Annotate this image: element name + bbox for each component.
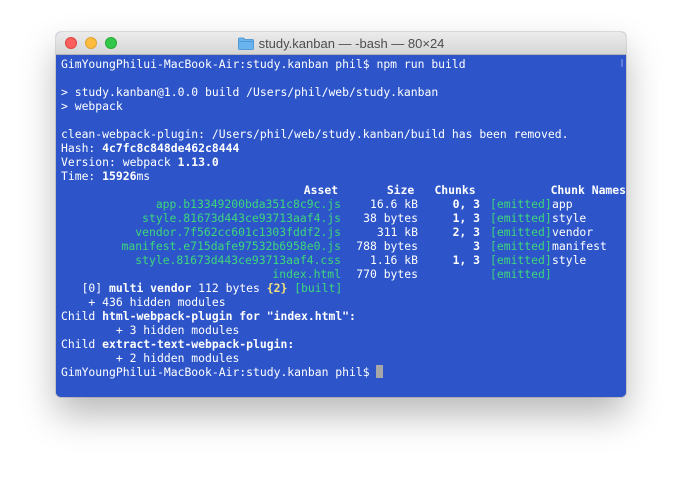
emitted-status: [emitted] — [490, 239, 552, 253]
asset-filename: manifest.e715dafe97532b6958e0.js — [121, 239, 341, 253]
chunk-name: app — [552, 197, 573, 211]
asset-chunks: 1, 3 — [452, 253, 480, 267]
hidden-modules-line: + 3 hidden modules — [61, 323, 240, 337]
chunk-name: vendor — [552, 225, 594, 239]
title-bar[interactable]: study.kanban — -bash — 80×24 — [56, 32, 626, 55]
time-value: 15926 — [102, 169, 137, 183]
asset-filename: style.81673d443ce93713aaf4.css — [135, 253, 341, 267]
asset-chunks: 2, 3 — [452, 225, 480, 239]
asset-size: 38 bytes — [363, 211, 418, 225]
child-label: Child — [61, 337, 103, 351]
asset-chunks: 1, 3 — [452, 211, 480, 225]
chunk-id: {2} — [266, 281, 288, 295]
child-line: Child extract-text-webpack-plugin: — [61, 337, 626, 351]
time-unit: ms — [136, 169, 151, 183]
asset-chunks: 0, 3 — [452, 197, 480, 211]
hash-label: Hash: — [61, 141, 103, 155]
built-status: [built] — [294, 281, 343, 295]
chunk-name-bold: multi vendor — [109, 281, 192, 295]
chunk-name: style — [552, 211, 587, 225]
asset-filename: index.html — [272, 267, 341, 281]
version-label: Version: webpack — [61, 155, 178, 169]
child-name: extract-text-webpack-plugin: — [102, 337, 295, 351]
hidden-modules-line: + 2 hidden modules — [61, 351, 240, 365]
chunk-line: [0] multi vendor 112 bytes {2} [built] — [61, 281, 626, 295]
asset-row: manifest.e715dafe97532b6958e0.js 788 byt… — [61, 239, 626, 253]
asset-size: 16.6 kB — [369, 197, 418, 211]
asset-size: 788 bytes — [356, 239, 418, 253]
text-cursor — [376, 365, 384, 378]
asset-row: vendor.7f562cc601c1303fddf2.js 311 kB 2,… — [61, 225, 626, 239]
npm-output-line: > webpack — [61, 99, 123, 113]
child-label: Child — [61, 309, 103, 323]
prompt-line[interactable]: GimYoungPhilui-MacBook-Air:study.kanban … — [61, 365, 626, 379]
asset-header: Asset — [303, 183, 339, 197]
emitted-status: [emitted] — [490, 267, 552, 281]
chunk-names-header: Chunk Names — [550, 183, 626, 197]
emitted-status: [emitted] — [490, 211, 552, 225]
size-header: Size — [386, 183, 415, 197]
asset-chunks — [418, 267, 480, 281]
terminal-window: study.kanban — -bash — 80×24 GimYoungPhi… — [56, 32, 626, 397]
window-title-container: study.kanban — -bash — 80×24 — [56, 32, 626, 54]
asset-filename: style.81673d443ce93713aaf4.js — [142, 211, 341, 225]
asset-chunks: 3 — [473, 239, 480, 253]
asset-size: 770 bytes — [356, 267, 418, 281]
child-line: Child html-webpack-plugin for "index.htm… — [61, 309, 626, 323]
chunk-name: manifest — [552, 239, 607, 253]
asset-size: 1.16 kB — [369, 253, 418, 267]
time-line: Time: 15926ms — [61, 169, 626, 183]
chunk-prefix: [0] — [61, 281, 110, 295]
chunk-name: style — [552, 253, 587, 267]
clean-plugin-line: clean-webpack-plugin: /Users/phil/web/st… — [61, 127, 569, 141]
hash-value: 4c7fc8c848de462c8444 — [102, 141, 240, 155]
prompt-line: GimYoungPhilui-MacBook-Air:study.kanban … — [61, 57, 466, 71]
folder-icon — [237, 37, 254, 50]
window-title: study.kanban — -bash — 80×24 — [258, 35, 445, 51]
npm-output-line: > study.kanban@1.0.0 build /Users/phil/w… — [61, 85, 439, 99]
asset-size: 311 kB — [376, 225, 418, 239]
emitted-status: [emitted] — [490, 197, 552, 211]
emitted-status: [emitted] — [490, 253, 552, 267]
chunk-size: 112 bytes — [191, 281, 267, 295]
emitted-status: [emitted] — [490, 225, 552, 239]
time-label: Time: — [61, 169, 103, 183]
version-line: Version: webpack 1.13.0 — [61, 155, 626, 169]
stats-header-row: Asset Size Chunks Chunk Names — [61, 183, 626, 197]
prompt-text: GimYoungPhilui-MacBook-Air:study.kanban … — [61, 365, 377, 379]
asset-filename: app.b13349200bda351c8c9c.js — [155, 197, 341, 211]
asset-filename: vendor.7f562cc601c1303fddf2.js — [135, 225, 341, 239]
chunks-header: Chunks — [434, 183, 476, 197]
scrollbar-indicator[interactable] — [621, 59, 623, 67]
hidden-modules-line: + 436 hidden modules — [61, 295, 226, 309]
asset-row: app.b13349200bda351c8c9c.js 16.6 kB 0, 3… — [61, 197, 626, 211]
hash-line: Hash: 4c7fc8c848de462c8444 — [61, 141, 626, 155]
child-name: html-webpack-plugin for "index.html": — [102, 309, 356, 323]
version-value: 1.13.0 — [177, 155, 219, 169]
terminal-output[interactable]: GimYoungPhilui-MacBook-Air:study.kanban … — [56, 55, 626, 397]
asset-row: style.81673d443ce93713aaf4.css 1.16 kB 1… — [61, 253, 626, 267]
asset-row: style.81673d443ce93713aaf4.js 38 bytes 1… — [61, 211, 626, 225]
asset-row: index.html 770 bytes [emitted] — [61, 267, 626, 281]
